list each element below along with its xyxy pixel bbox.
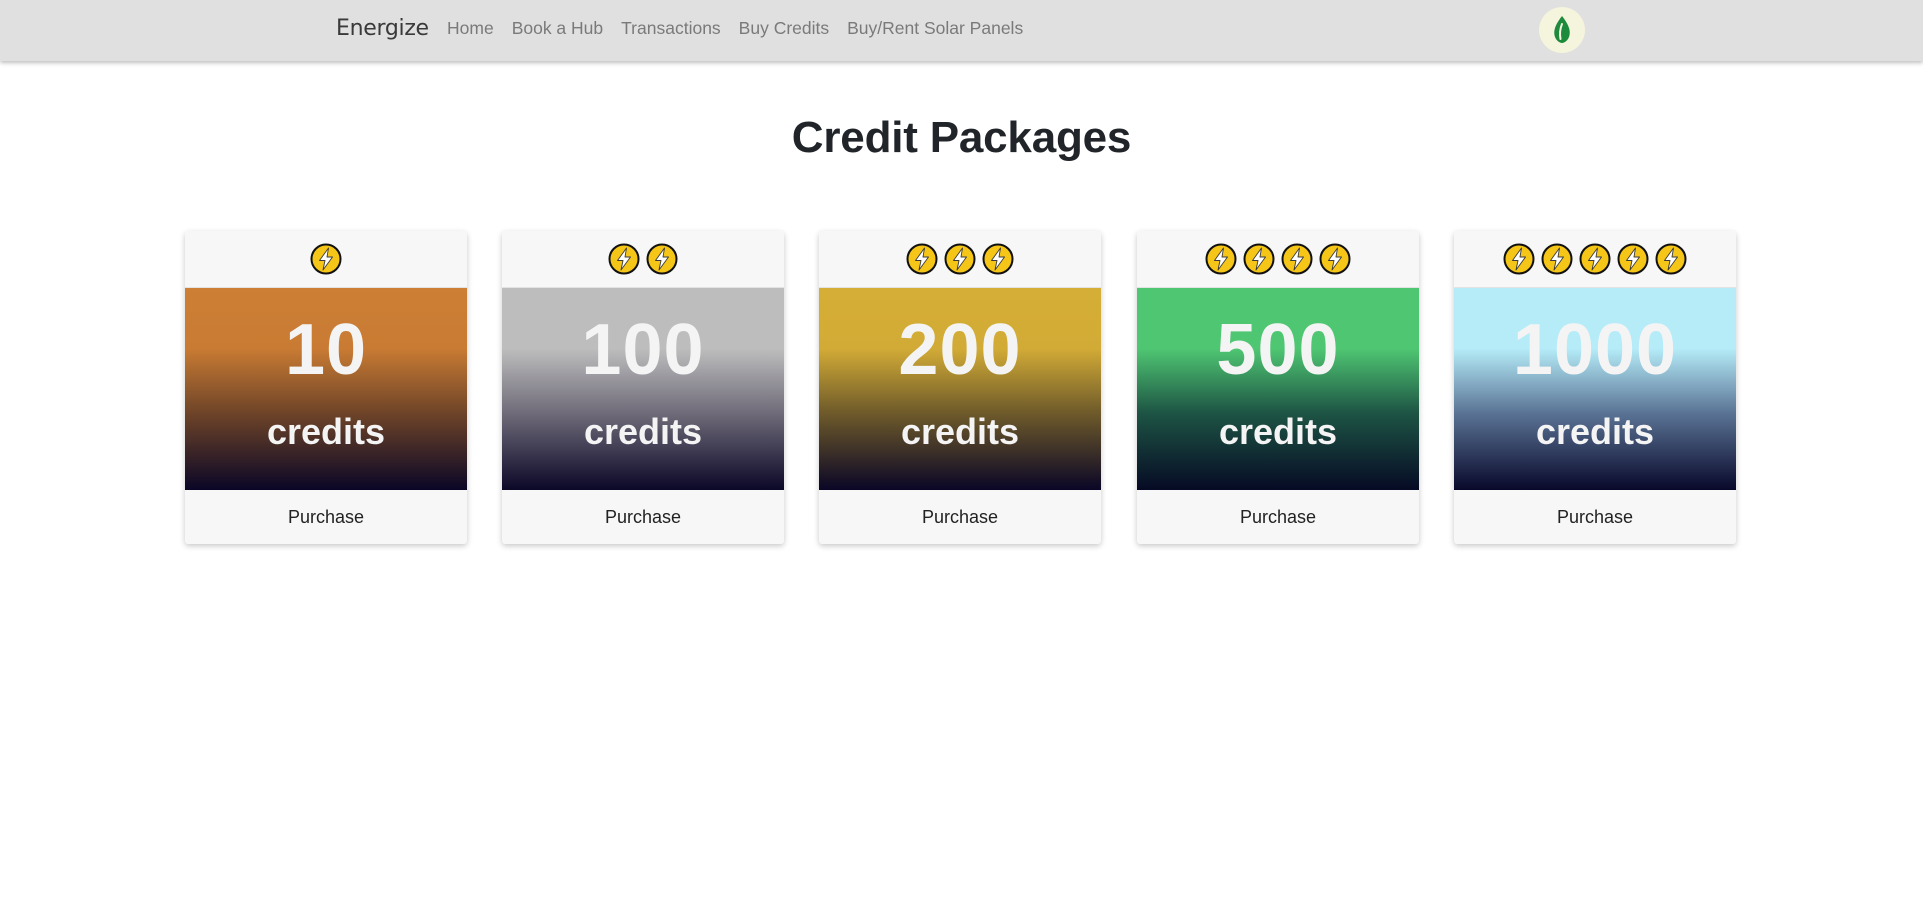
credit-unit: credits [266, 411, 386, 452]
lightning-bolt-icon [310, 243, 342, 275]
credit-package-card: 100 credits Purchase [502, 231, 784, 544]
navbar: Energize Home Book a Hub Transactions Bu… [0, 0, 1923, 61]
lightning-bolt-icon [982, 243, 1014, 275]
page-title: Credit Packages [791, 113, 1132, 162]
card-header [185, 231, 467, 288]
credit-package-card: 200 credits Purchase [819, 231, 1101, 544]
lightning-bolt-icon [1541, 243, 1573, 275]
lightning-bolt-icon [944, 243, 976, 275]
card-body: 100 credits [502, 288, 784, 490]
user-avatar[interactable] [1539, 7, 1585, 53]
nav-link-home[interactable]: Home [447, 18, 494, 39]
lightning-bolt-icon [1281, 243, 1313, 275]
credit-package-card: 500 credits Purchase [1137, 231, 1419, 544]
leaf-icon [1554, 16, 1570, 43]
purchase-button[interactable]: Purchase [1137, 490, 1419, 544]
purchase-button[interactable]: Purchase [819, 490, 1101, 544]
card-body: 10 credits [185, 288, 467, 490]
card-header [1137, 231, 1419, 288]
credit-package-card: 10 credits Purchase [185, 231, 467, 544]
nav-link-solar-panels[interactable]: Buy/Rent Solar Panels [847, 18, 1023, 39]
lightning-bolt-icon [1205, 243, 1237, 275]
brand-logo-text[interactable]: Energize [336, 16, 429, 41]
lightning-bolt-icon [646, 243, 678, 275]
lightning-bolt-icon [1617, 243, 1649, 275]
lightning-bolt-icon [1243, 243, 1275, 275]
lightning-bolt-icon [1579, 243, 1611, 275]
lightning-bolt-icon [1503, 243, 1535, 275]
lightning-bolt-icon [1319, 243, 1351, 275]
purchase-button[interactable]: Purchase [502, 490, 784, 544]
credit-unit: credits [583, 411, 703, 452]
nav-link-transactions[interactable]: Transactions [621, 18, 721, 39]
card-header [502, 231, 784, 288]
credit-amount: 100 [581, 310, 705, 390]
card-body: 1000 credits [1454, 288, 1736, 490]
card-header [1454, 231, 1736, 288]
credit-amount: 500 [1216, 310, 1340, 390]
lightning-bolt-icon [608, 243, 640, 275]
credit-amount: 10 [284, 310, 368, 390]
credit-unit: credits [1218, 411, 1338, 452]
credit-unit: credits [900, 411, 1020, 452]
credit-package-card: 1000 credits Purchase [1454, 231, 1736, 544]
purchase-button[interactable]: Purchase [1454, 490, 1736, 544]
credit-unit: credits [1535, 411, 1655, 452]
card-header [819, 231, 1101, 288]
lightning-bolt-icon [1655, 243, 1687, 275]
nav-link-buy-credits[interactable]: Buy Credits [739, 18, 829, 39]
card-body: 200 credits [819, 288, 1101, 490]
card-body: 500 credits [1137, 288, 1419, 490]
nav-link-book-a-hub[interactable]: Book a Hub [512, 18, 603, 39]
lightning-bolt-icon [906, 243, 938, 275]
purchase-button[interactable]: Purchase [185, 490, 467, 544]
credit-amount: 1000 [1512, 310, 1678, 390]
nav-links: Home Book a Hub Transactions Buy Credits… [447, 18, 1041, 39]
credit-amount: 200 [898, 310, 1022, 390]
